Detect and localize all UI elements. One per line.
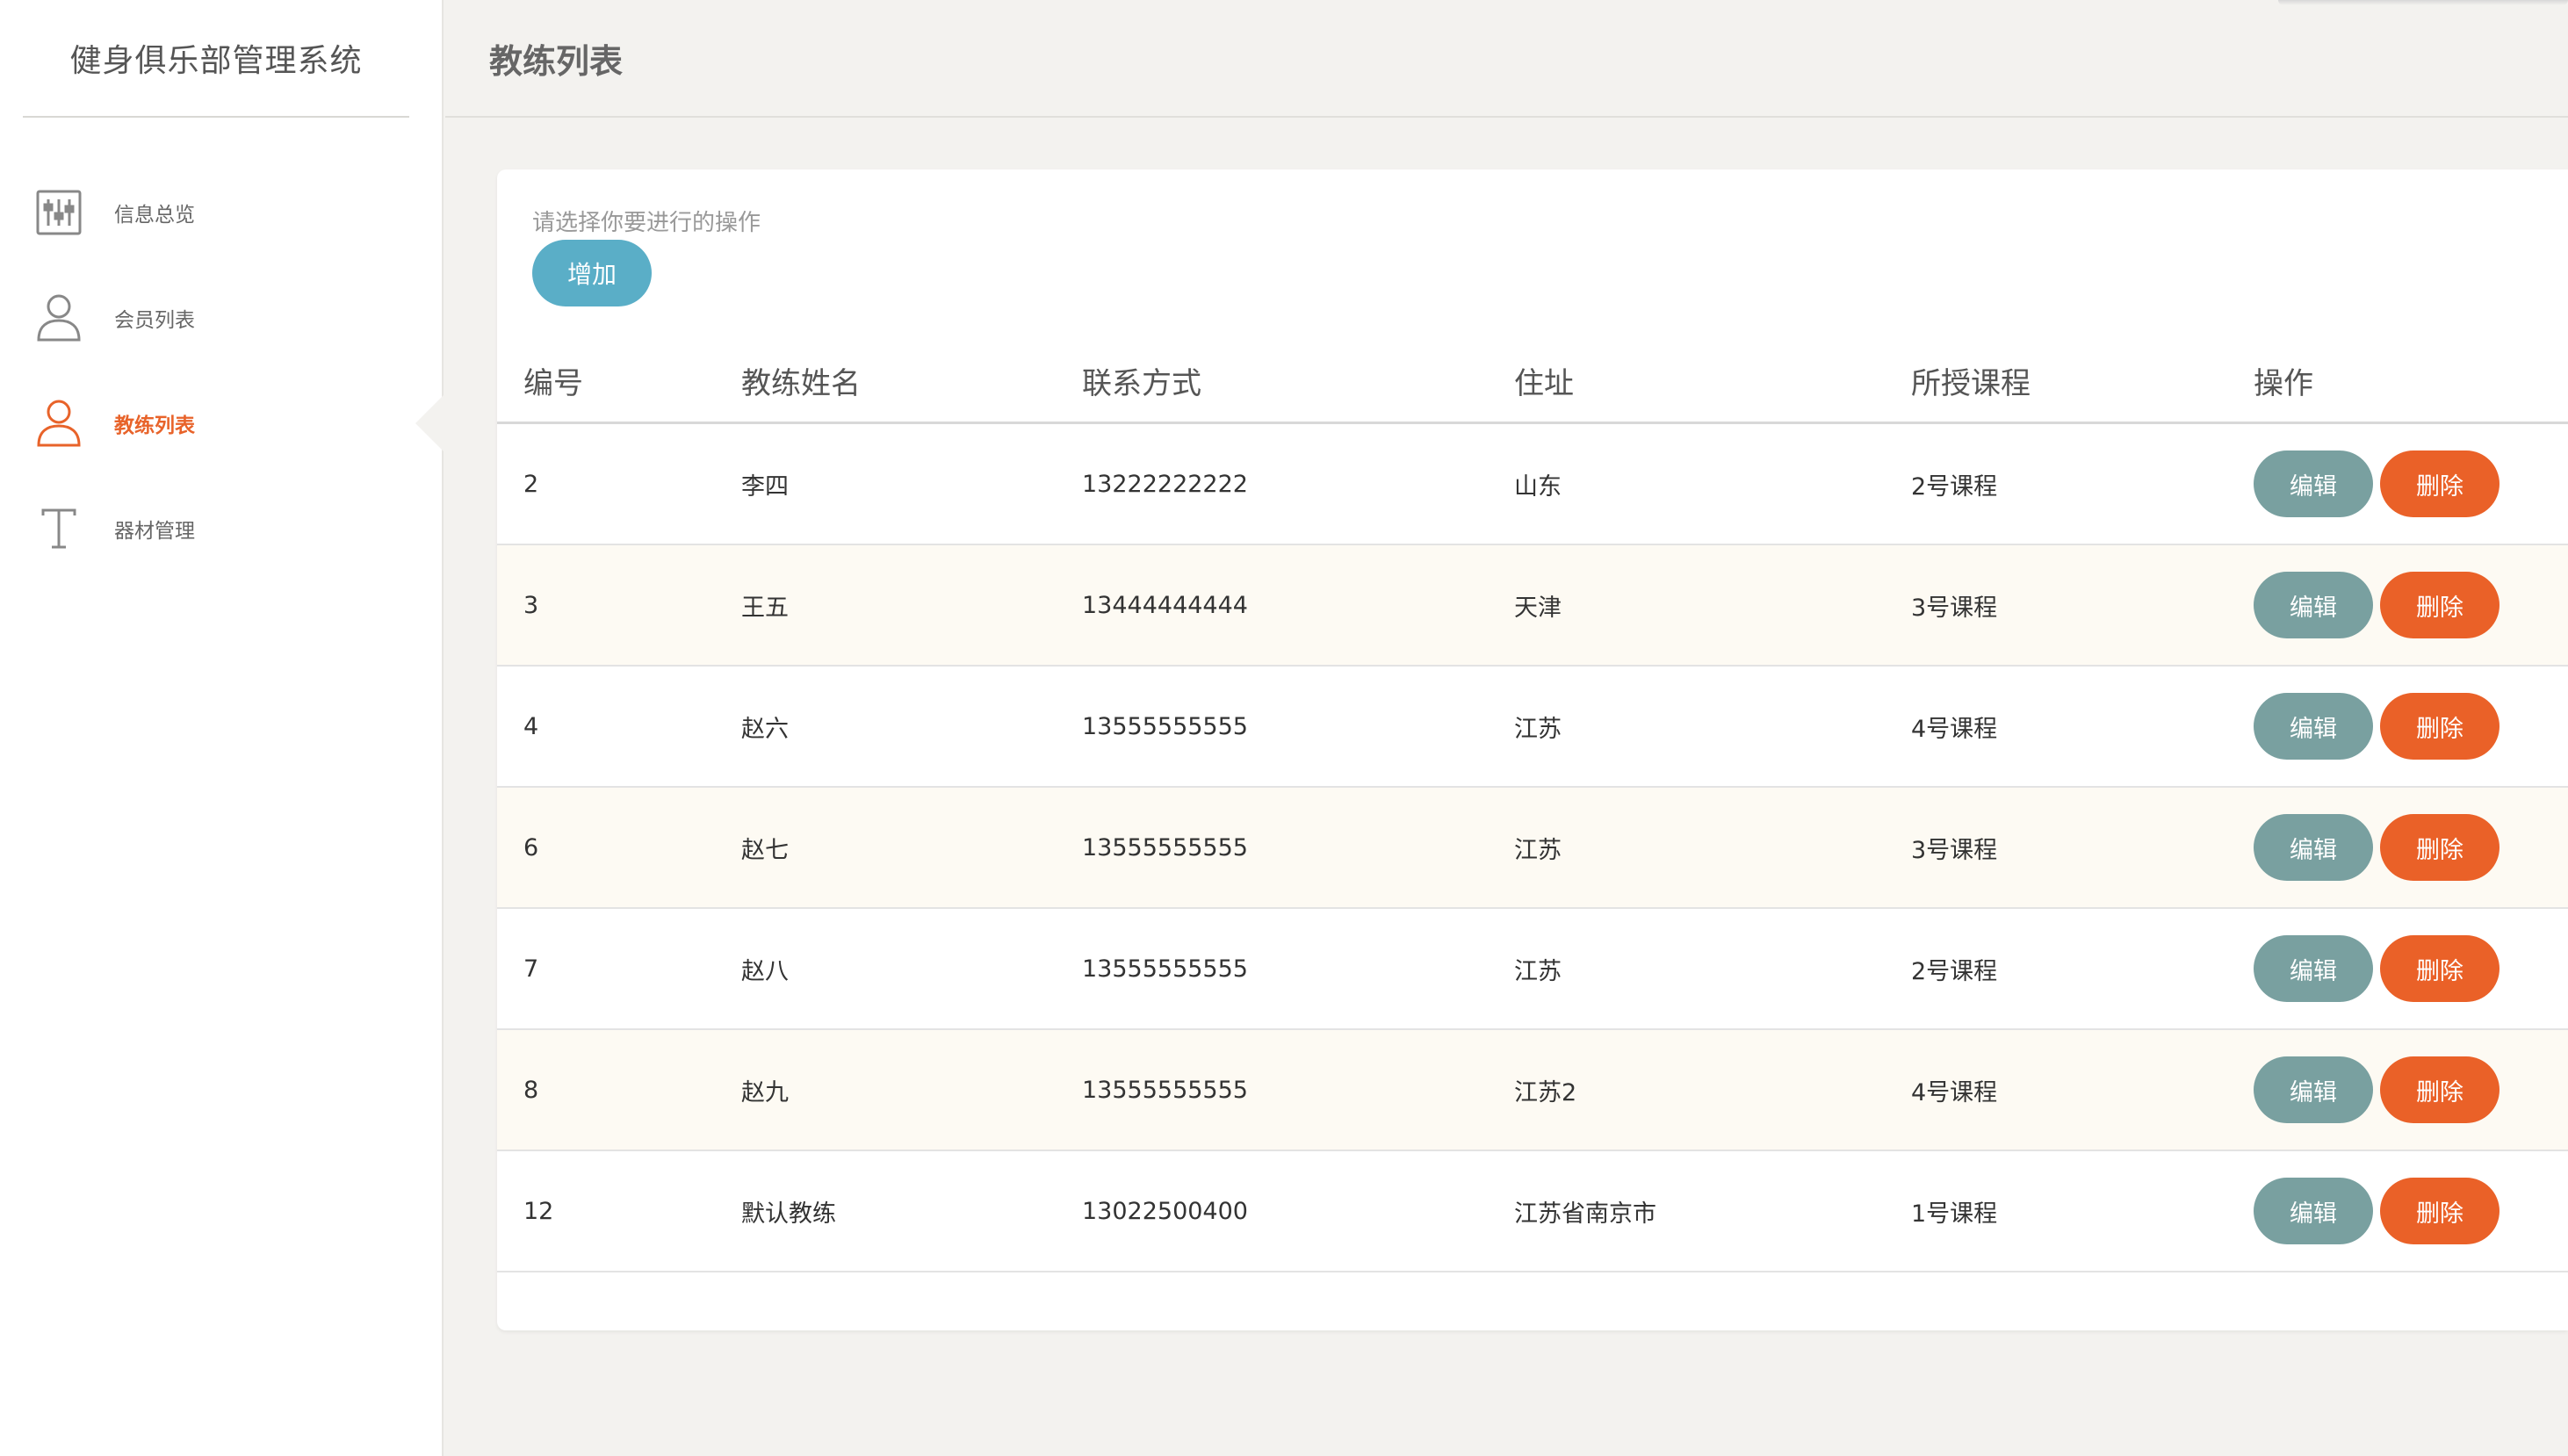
delete-button[interactable]: 删除 [2380, 450, 2499, 517]
sliders-icon [33, 187, 84, 238]
cell-phone: 13444444444 [1082, 591, 1248, 619]
table-body: 2 李四 13222222222 山东 2号课程 编辑 删除 3 王五 13444444444 天津… [497, 424, 2568, 1272]
sidebar-item-label: 会员列表 [114, 309, 195, 332]
cell-course: 3号课程 [1911, 594, 1998, 622]
add-button[interactable]: 增加 [532, 240, 652, 306]
cell-address: 山东 [1514, 472, 1562, 501]
sidebar-item-equipment[interactable]: 器材管理 [0, 476, 444, 581]
delete-button[interactable]: 删除 [2380, 814, 2499, 881]
cell-id: 7 [523, 955, 539, 983]
cell-actions: 编辑 删除 [2254, 545, 2499, 665]
edit-button[interactable]: 编辑 [2254, 1056, 2373, 1123]
user-icon [33, 292, 84, 343]
sidebar-item-label: 教练列表 [114, 414, 195, 437]
cell-id: 3 [523, 591, 539, 619]
table-row: 6 赵七 13555555555 江苏 3号课程 编辑 删除 [497, 788, 2568, 909]
delete-button[interactable]: 删除 [2380, 572, 2499, 638]
table-row: 7 赵八 13555555555 江苏 2号课程 编辑 删除 [497, 909, 2568, 1030]
sidebar-item-label: 信息总览 [114, 204, 195, 227]
cell-address: 江苏2 [1514, 1078, 1577, 1106]
cell-actions: 编辑 删除 [2254, 667, 2499, 786]
text-t-icon [33, 503, 84, 554]
page-header: 教练列表 [445, 0, 2568, 118]
sidebar-item-coaches[interactable]: 教练列表 [0, 371, 444, 476]
cell-name: 王五 [741, 594, 789, 622]
cell-id: 4 [523, 712, 539, 740]
top-right-shadow [2278, 0, 2568, 5]
cell-name: 赵八 [741, 957, 789, 985]
page-title: 教练列表 [489, 41, 624, 81]
column-header-address: 住址 [1514, 365, 1574, 401]
sidebar: 健身俱乐部管理系统 信息总览 会员列表 教练列表 器材管理 [0, 0, 444, 1456]
cell-name: 赵六 [741, 715, 789, 743]
cell-phone: 13022500400 [1082, 1197, 1248, 1225]
cell-name: 李四 [741, 472, 789, 501]
cell-address: 天津 [1514, 594, 1562, 622]
cell-course: 3号课程 [1911, 836, 1998, 864]
cell-course: 2号课程 [1911, 957, 1998, 985]
cell-id: 12 [523, 1197, 554, 1225]
cell-actions: 编辑 删除 [2254, 424, 2499, 544]
cell-actions: 编辑 删除 [2254, 1030, 2499, 1150]
cell-name: 默认教练 [741, 1200, 836, 1228]
cell-id: 8 [523, 1076, 539, 1104]
cell-course: 4号课程 [1911, 715, 1998, 743]
cell-name: 赵九 [741, 1078, 789, 1106]
sidebar-item-overview[interactable]: 信息总览 [0, 160, 444, 265]
column-header-phone: 联系方式 [1082, 365, 1201, 401]
coach-table: 编号 教练姓名 联系方式 住址 所授课程 操作 2 李四 13222222222 山东… [497, 336, 2568, 1272]
table-row: 8 赵九 13555555555 江苏2 4号课程 编辑 删除 [497, 1030, 2568, 1151]
cell-address: 江苏 [1514, 836, 1562, 864]
app-title: 健身俱乐部管理系统 [23, 0, 409, 118]
column-header-name: 教练姓名 [741, 365, 861, 401]
cell-name: 赵七 [741, 836, 789, 864]
operation-prompt: 请选择你要进行的操作 [532, 210, 761, 236]
cell-actions: 编辑 删除 [2254, 909, 2499, 1028]
edit-button[interactable]: 编辑 [2254, 450, 2373, 517]
cell-id: 2 [523, 470, 539, 498]
delete-button[interactable]: 删除 [2380, 1056, 2499, 1123]
table-header: 编号 教练姓名 联系方式 住址 所授课程 操作 [497, 336, 2568, 424]
cell-phone: 13555555555 [1082, 955, 1248, 983]
content-card: 请选择你要进行的操作 增加 编号 教练姓名 联系方式 住址 所授课程 操作 2 李… [497, 169, 2568, 1330]
cell-course: 4号课程 [1911, 1078, 1998, 1106]
edit-button[interactable]: 编辑 [2254, 572, 2373, 638]
cell-phone: 13555555555 [1082, 712, 1248, 740]
cell-address: 江苏省南京市 [1514, 1200, 1656, 1228]
cell-address: 江苏 [1514, 957, 1562, 985]
sidebar-item-members[interactable]: 会员列表 [0, 265, 444, 371]
edit-button[interactable]: 编辑 [2254, 693, 2373, 760]
delete-button[interactable]: 删除 [2380, 693, 2499, 760]
cell-course: 2号课程 [1911, 472, 1998, 501]
column-header-course: 所授课程 [1911, 365, 2031, 401]
edit-button[interactable]: 编辑 [2254, 1178, 2373, 1244]
cell-address: 江苏 [1514, 715, 1562, 743]
delete-button[interactable]: 删除 [2380, 935, 2499, 1002]
sidebar-item-label: 器材管理 [114, 520, 195, 543]
user-icon [33, 398, 84, 449]
column-header-id: 编号 [523, 365, 583, 401]
table-row: 2 李四 13222222222 山东 2号课程 编辑 删除 [497, 424, 2568, 545]
cell-id: 6 [523, 833, 539, 861]
cell-course: 1号课程 [1911, 1200, 1998, 1228]
sidebar-nav: 信息总览 会员列表 教练列表 器材管理 [0, 160, 444, 581]
column-header-actions: 操作 [2254, 365, 2313, 401]
cell-actions: 编辑 删除 [2254, 1151, 2499, 1271]
table-row: 4 赵六 13555555555 江苏 4号课程 编辑 删除 [497, 667, 2568, 788]
delete-button[interactable]: 删除 [2380, 1178, 2499, 1244]
cell-phone: 13555555555 [1082, 833, 1248, 861]
cell-phone: 13555555555 [1082, 1076, 1248, 1104]
edit-button[interactable]: 编辑 [2254, 814, 2373, 881]
edit-button[interactable]: 编辑 [2254, 935, 2373, 1002]
table-row: 3 王五 13444444444 天津 3号课程 编辑 删除 [497, 545, 2568, 667]
cell-phone: 13222222222 [1082, 470, 1248, 498]
cell-actions: 编辑 删除 [2254, 788, 2499, 907]
table-row: 12 默认教练 13022500400 江苏省南京市 1号课程 编辑 删除 [497, 1151, 2568, 1272]
